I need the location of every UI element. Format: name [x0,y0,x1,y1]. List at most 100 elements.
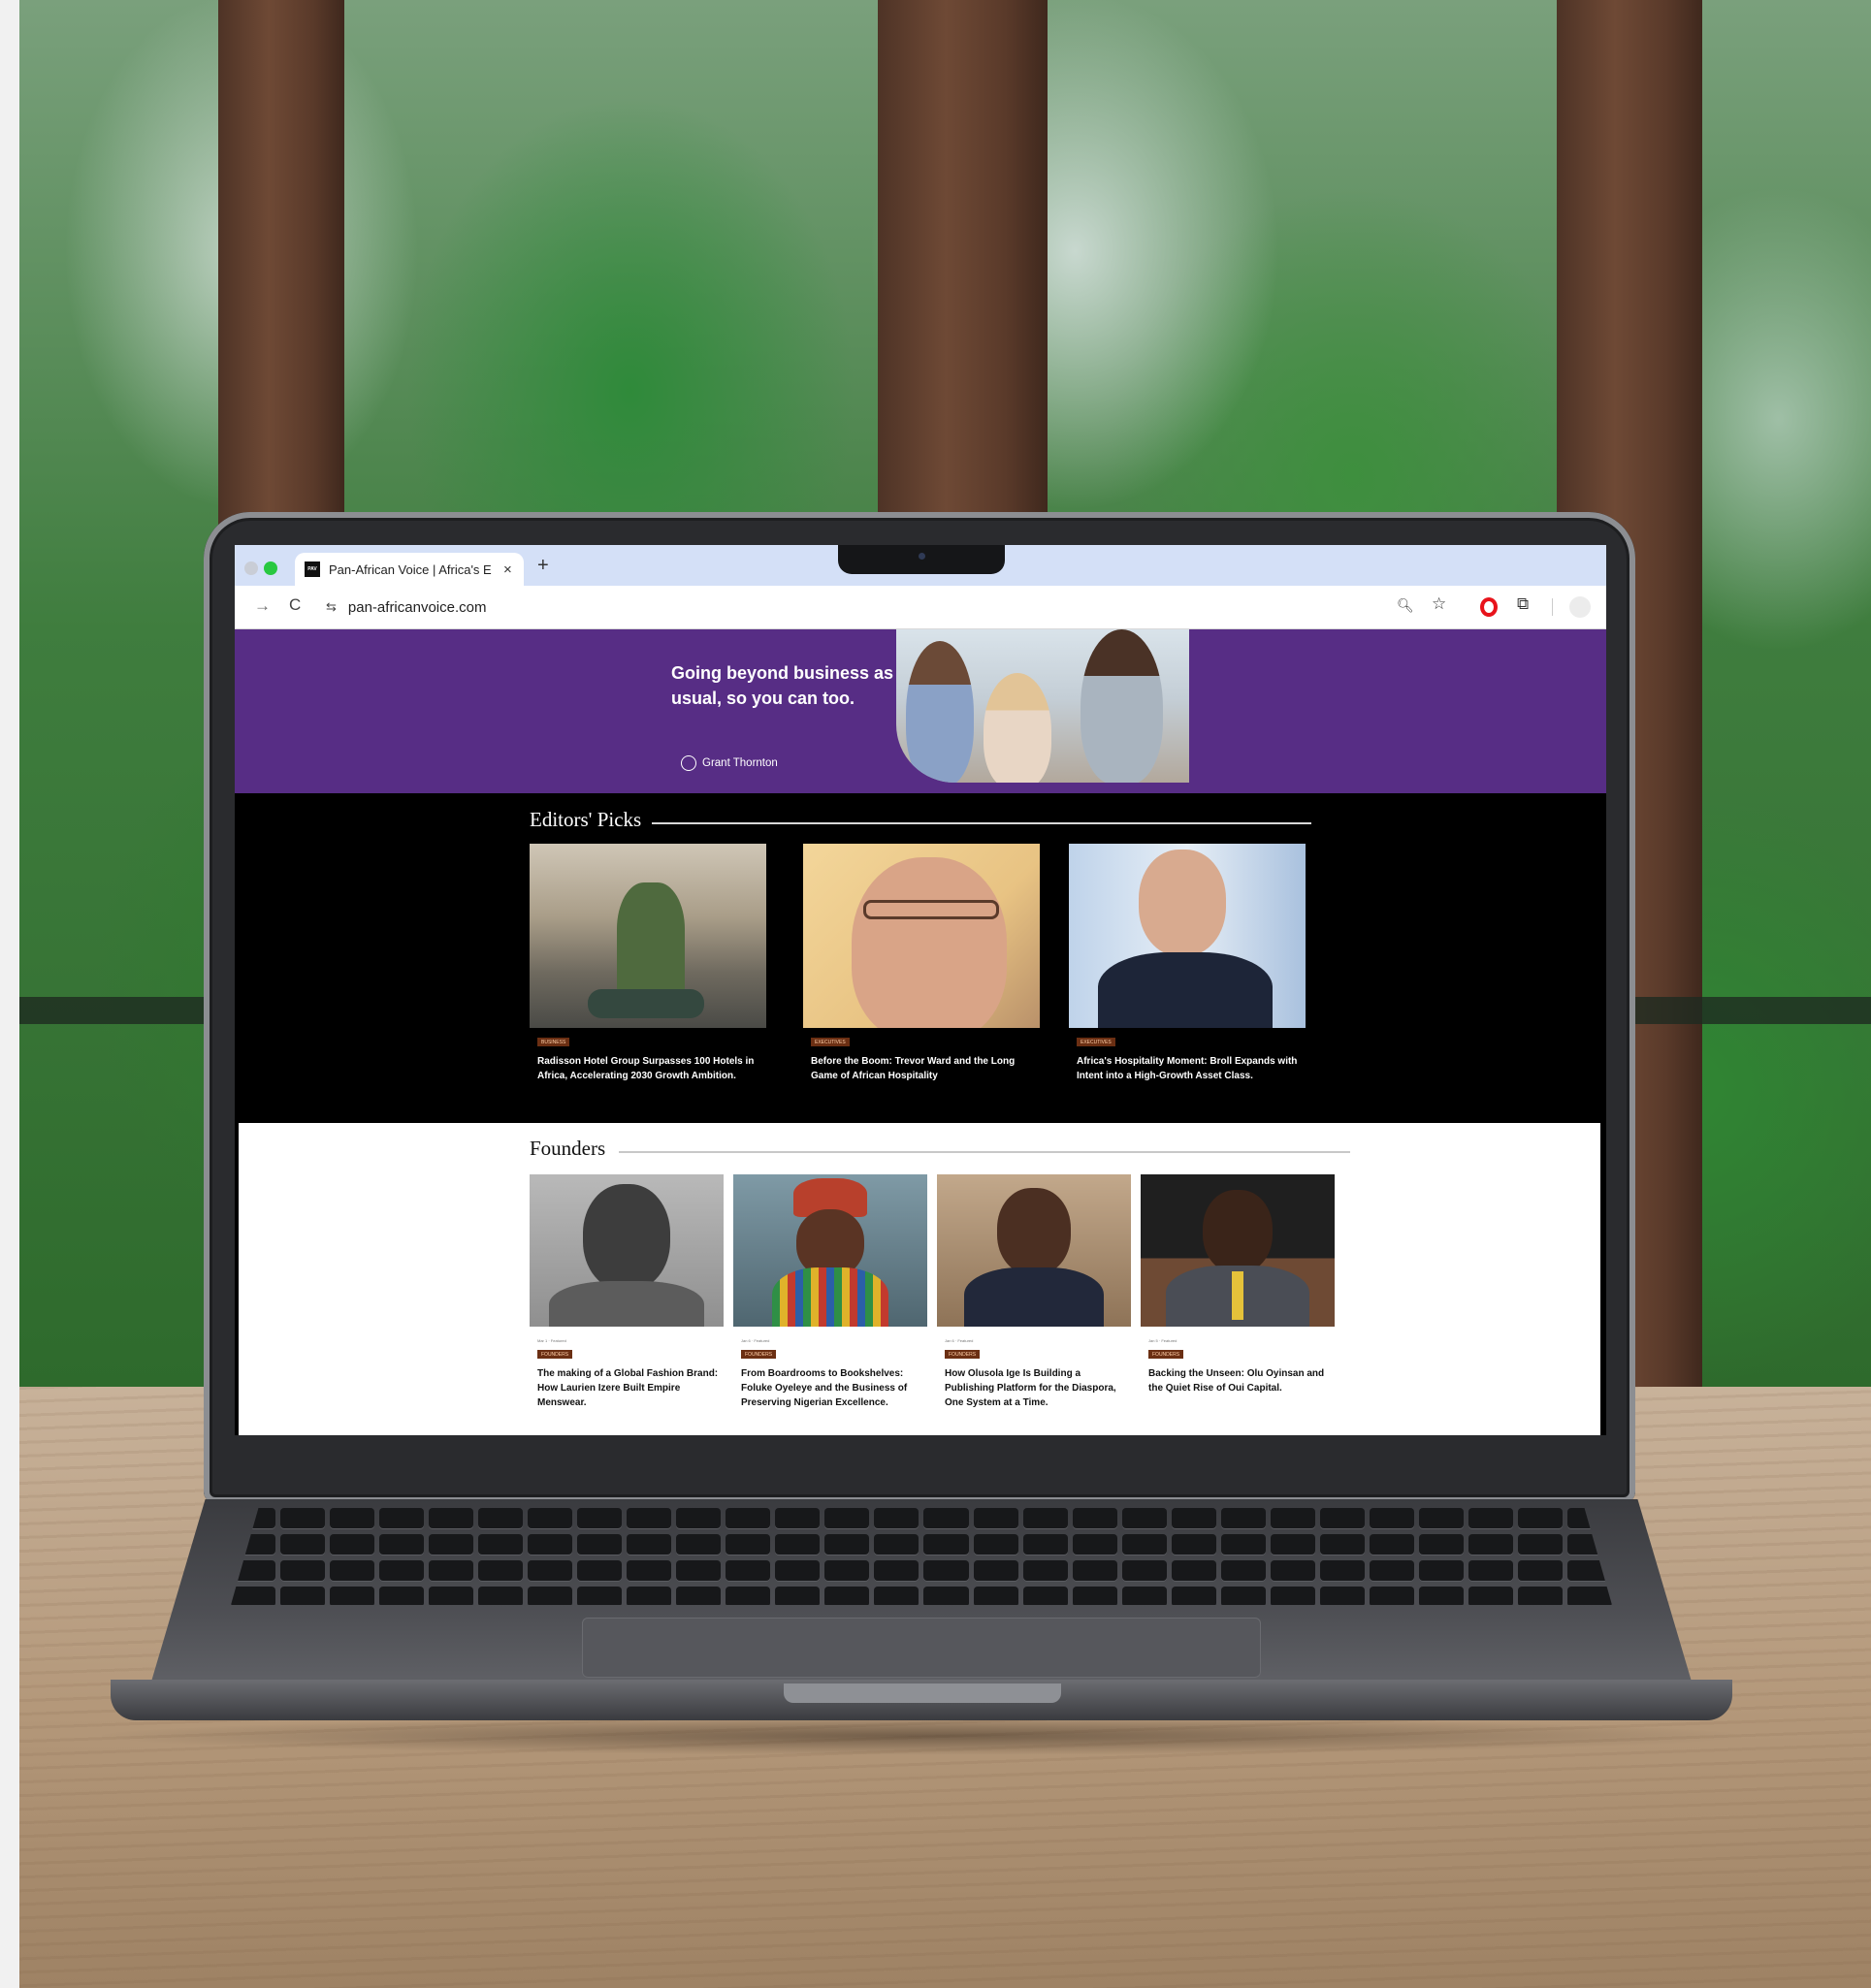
keyboard-key [1319,1587,1365,1605]
keyboard-key [1022,1508,1068,1528]
window-zoom-icon[interactable] [264,561,277,575]
keyboard-key [1121,1587,1167,1605]
article-image[interactable] [1069,844,1306,1028]
keyboard-key [1121,1508,1167,1528]
category-tag[interactable]: FOUNDERS [945,1350,981,1359]
keyboard-key [577,1508,623,1528]
new-tab-button[interactable]: + [537,555,549,577]
opera-icon[interactable] [1480,597,1498,617]
keyboard-key [1022,1534,1068,1555]
zoom-icon[interactable]: 🔍︎ [1397,597,1414,614]
keyboard-key [824,1587,870,1605]
keyboard-key [478,1587,524,1605]
keyboard-key [923,1508,969,1528]
keyboard-key [874,1534,919,1555]
browser-toolbar: → C ⇆ pan-africanvoice.com 🔍︎ ☆ ⧉ [235,586,1606,629]
article-image[interactable] [733,1174,927,1327]
profile-avatar[interactable] [1569,596,1591,618]
keyboard-key [973,1534,1018,1555]
editors-picks-section: Editors' Picks BUSINESS Radisson Hotel G… [235,793,1606,1123]
star-icon[interactable]: ☆ [1432,594,1446,614]
keyboard-key [775,1560,821,1581]
forward-button[interactable]: → [254,596,271,616]
keyboard-key [280,1587,326,1605]
ad-photo [896,629,1189,783]
window-close-icon[interactable] [244,561,258,575]
keyboard-key [528,1587,573,1605]
article-headline[interactable]: Before the Boom: Trevor Ward and the Lon… [811,1054,1034,1083]
article-headline[interactable]: Backing the Unseen: Olu Oyinsan and the … [1148,1366,1331,1395]
reload-button[interactable]: C [289,595,301,615]
category-tag[interactable]: FOUNDERS [537,1350,573,1359]
keyboard-key [379,1587,425,1605]
keyboard-key [577,1560,623,1581]
article-image[interactable] [530,1174,724,1327]
keyboard [231,1508,1612,1605]
keyboard-key [330,1560,375,1581]
keyboard-key [973,1508,1018,1528]
keyboard-key [1418,1534,1464,1555]
article-headline[interactable]: Africa's Hospitality Moment: Broll Expan… [1077,1054,1300,1083]
keyboard-key [379,1560,425,1581]
category-tag[interactable]: FOUNDERS [741,1350,777,1359]
article-headline[interactable]: How Olusola Ige Is Building a Publishing… [945,1366,1127,1410]
article-image[interactable] [530,844,766,1028]
article-image[interactable] [803,844,1040,1028]
keyboard-key [726,1587,771,1605]
category-tag[interactable]: EXECUTIVES [811,1038,850,1046]
founders-section: Founders Mar 1 · Featured FOUNDERS The m… [239,1123,1600,1435]
brand-mark-icon [681,755,696,771]
keyboard-key [1171,1587,1216,1605]
category-tag[interactable]: BUSINESS [537,1038,570,1046]
keyboard-key [1220,1560,1266,1581]
article-card[interactable]: Jan 6 · Featured FOUNDERS From Boardroom… [733,1174,927,1410]
ad-banner[interactable]: Going beyond business as usual, so you c… [235,629,1606,793]
browser-tab[interactable]: PAV Pan-African Voice | Africa's E × [295,553,524,586]
article-card[interactable]: EXECUTIVES Before the Boom: Trevor Ward … [803,844,1040,1083]
keyboard-key [627,1534,672,1555]
keyboard-key [627,1508,672,1528]
keyboard-key [478,1560,524,1581]
keyboard-key [1270,1508,1315,1528]
article-card[interactable]: Jan 6 · Featured FOUNDERS How Olusola Ig… [937,1174,1131,1410]
article-card[interactable]: Jan 5 · Featured FOUNDERS Backing the Un… [1141,1174,1335,1395]
keyboard-key [775,1534,821,1555]
article-headline[interactable]: From Boardrooms to Bookshelves: Foluke O… [741,1366,923,1410]
keyboard-key [280,1534,326,1555]
article-image[interactable] [937,1174,1131,1327]
article-headline[interactable]: The making of a Global Fashion Brand: Ho… [537,1366,720,1410]
keyboard-key [1517,1587,1563,1605]
keyboard-key [627,1587,672,1605]
keyboard-key [726,1534,771,1555]
article-card[interactable]: Mar 1 · Featured FOUNDERS The making of … [530,1174,724,1410]
category-tag[interactable]: FOUNDERS [1148,1350,1184,1359]
keyboard-key [1072,1534,1117,1555]
keyboard-key [1369,1587,1414,1605]
keyboard-key [1468,1508,1513,1528]
ad-brand-logo: Grant Thornton [681,755,778,771]
article-card[interactable]: BUSINESS Radisson Hotel Group Surpasses … [530,844,766,1083]
tab-title: Pan-African Voice | Africa's E [329,561,492,577]
article-meta: Jan 6 · Featured [741,1338,770,1343]
article-meta: Jan 5 · Featured [1148,1338,1177,1343]
keyboard-key [676,1560,722,1581]
article-image[interactable] [1141,1174,1335,1327]
url-text[interactable]: pan-africanvoice.com [348,599,487,616]
laptop-lip [784,1683,1061,1703]
address-bar[interactable]: ⇆ pan-africanvoice.com [316,592,1503,623]
article-card[interactable]: EXECUTIVES Africa's Hospitality Moment: … [1069,844,1306,1083]
category-tag[interactable]: EXECUTIVES [1077,1038,1115,1046]
keyboard-key [923,1560,969,1581]
keyboard-key [923,1587,969,1605]
tab-close-icon[interactable]: × [503,561,512,578]
site-info-icon[interactable]: ⇆ [326,599,337,615]
keyboard-key [676,1587,722,1605]
keyboard-key [1319,1534,1365,1555]
section-title: Editors' Picks [530,808,642,831]
extensions-icon[interactable]: ⧉ [1517,594,1529,614]
keyboard-key [478,1534,524,1555]
keyboard-key [330,1508,375,1528]
section-divider [652,822,1311,824]
keyboard-key [676,1508,722,1528]
article-headline[interactable]: Radisson Hotel Group Surpasses 100 Hotel… [537,1054,760,1083]
